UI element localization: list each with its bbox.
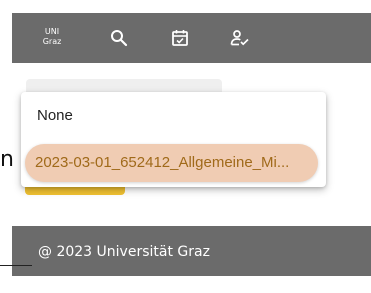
page: UNI Graz n None 2023-03-01_652412_Allgem… bbox=[0, 0, 371, 293]
dropdown-option-none[interactable]: None bbox=[21, 92, 326, 138]
footer-copyright: @ 2023 Universität Graz bbox=[38, 244, 210, 260]
person-check-icon bbox=[230, 30, 249, 46]
search-icon bbox=[111, 30, 128, 47]
attendance-button[interactable] bbox=[227, 25, 253, 51]
calendar-check-icon bbox=[172, 30, 188, 46]
calendar-button[interactable] bbox=[167, 25, 193, 51]
divider-line bbox=[0, 265, 32, 266]
top-navigation-bar: UNI Graz bbox=[12, 13, 371, 63]
logo-line-2: Graz bbox=[42, 37, 62, 46]
footer: @ 2023 Universität Graz bbox=[12, 226, 371, 276]
dropdown-menu: None 2023-03-01_652412_Allgemeine_Mi... bbox=[21, 92, 326, 187]
uni-graz-logo[interactable]: UNI Graz bbox=[39, 27, 65, 47]
search-button[interactable] bbox=[106, 25, 132, 51]
partial-text: n bbox=[0, 148, 14, 172]
option-label: None bbox=[37, 106, 73, 124]
logo-line-1: UNI bbox=[44, 27, 60, 36]
selected-option-label: 2023-03-01_652412_Allgemeine_Mi... bbox=[35, 154, 290, 171]
